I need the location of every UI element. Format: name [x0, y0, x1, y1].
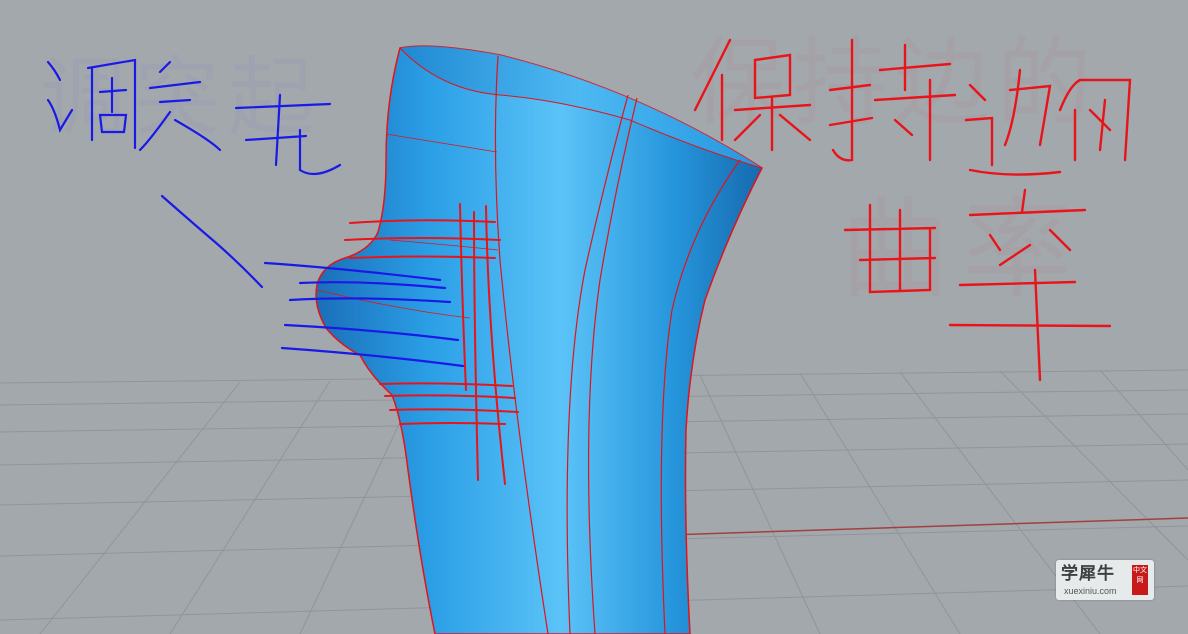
red-annotation-text-line1: 保持边的 [690, 28, 1098, 138]
watermark-badge: 中文网 [1132, 565, 1148, 595]
xuexiniu-watermark: 学犀牛 xuexiniu.com 中文网 [1056, 560, 1154, 600]
watermark-title: 学犀牛 [1061, 564, 1115, 584]
rhino-perspective-viewport[interactable]: 调突起 保持边的 曲率 Perspective 学犀牛 xuexiniu.com… [0, 0, 1188, 634]
watermark-site: xuexiniu.com [1064, 586, 1117, 596]
viewport-name: Perspective [6, 4, 70, 17]
blue-annotation-text: 调突起 [40, 48, 322, 148]
red-annotation-text-line2: 曲率 [840, 190, 1084, 310]
